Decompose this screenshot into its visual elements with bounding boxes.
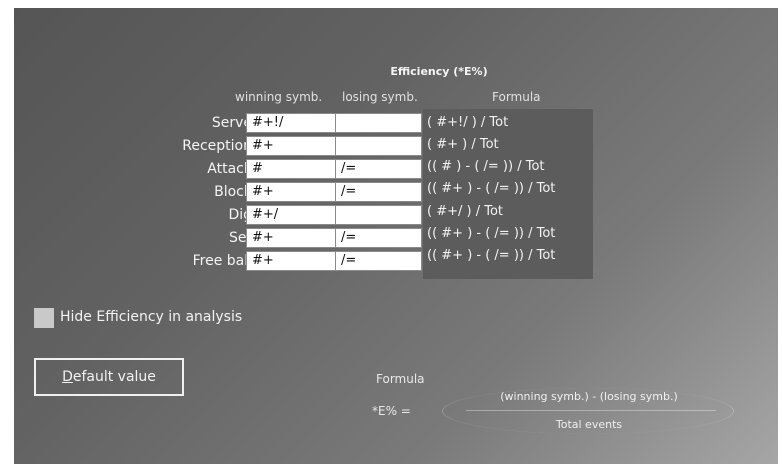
attack-formula: (( # ) - ( /= )) / Tot [427,159,545,174]
dig-formula: ( #+/ ) / Tot [427,204,504,219]
default-value-label: efault value [72,369,156,385]
set-winning-input[interactable]: #+ [246,228,336,248]
set-formula: (( #+ ) - ( /= )) / Tot [427,226,556,241]
formula-fraction-line [466,410,716,411]
default-value-button[interactable]: Default value [34,358,184,396]
block-formula: (( #+ ) - ( /= )) / Tot [427,181,556,196]
reception-formula: ( #+ ) / Tot [427,137,499,152]
block-winning-input[interactable]: #+ [246,182,336,202]
serve-winning-input[interactable]: #+!/ [246,113,336,133]
formula-lhs: *E% = [372,404,411,418]
formula-denominator: Total events [555,418,623,431]
attack-winning-input[interactable]: # [246,159,336,179]
row-label-set: Set [229,230,252,246]
row-label-block: Block [214,184,252,200]
serve-formula: ( #+!/ ) / Tot [427,115,509,130]
serve-losing-input[interactable] [335,113,422,133]
reception-losing-input[interactable] [335,136,422,156]
attack-losing-input[interactable]: /= [335,159,422,179]
block-losing-input[interactable]: /= [335,182,422,202]
hide-efficiency-label[interactable]: Hide Efficiency in analysis [60,309,242,325]
formula-section-title: Formula [376,372,425,386]
row-label-free-ball: Free ball [192,253,252,269]
row-label-attack: Attack [207,161,252,177]
free-ball-losing-input[interactable]: /= [335,251,422,271]
set-losing-input[interactable]: /= [335,228,422,248]
winning-symbols-header: winning symb. [235,90,323,104]
dig-losing-input[interactable] [335,205,422,225]
default-value-accelerator: D [62,369,73,385]
losing-symbols-header: losing symb. [342,90,418,104]
efficiency-title: Efficiency (*E%) [390,65,488,78]
formula-header: Formula [492,90,541,104]
row-label-serve: Serve [211,115,252,131]
reception-winning-input[interactable]: #+ [246,136,336,156]
formula-numerator: (winning symb.) - (losing symb.) [500,390,678,403]
hide-efficiency-checkbox[interactable] [34,308,54,328]
free-ball-winning-input[interactable]: #+ [246,251,336,271]
efficiency-settings-panel: Efficiency (*E%) winning symb. losing sy… [14,8,778,464]
free-ball-formula: (( #+ ) - ( /= )) / Tot [427,248,556,263]
dig-winning-input[interactable]: #+/ [246,205,336,225]
row-label-dig: Dig [228,207,252,223]
row-label-reception: Reception [182,138,252,154]
